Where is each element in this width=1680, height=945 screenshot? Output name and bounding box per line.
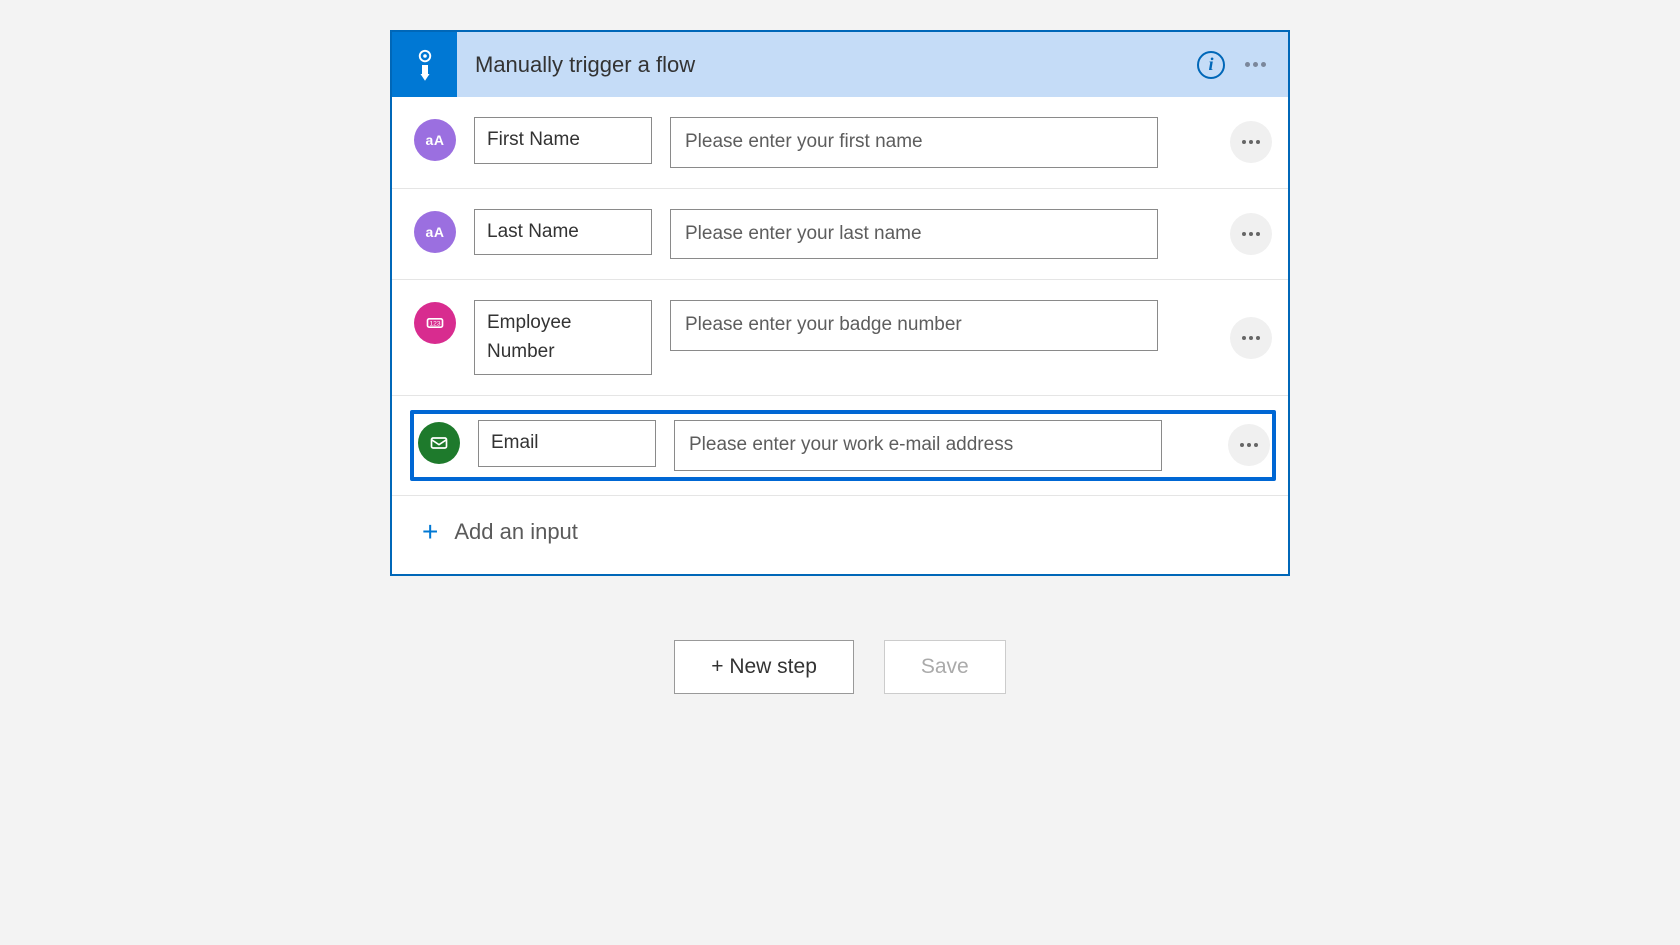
manual-trigger-icon xyxy=(392,32,457,97)
svg-text:123: 123 xyxy=(429,321,440,328)
input-label-field[interactable]: Employee Number xyxy=(474,300,652,375)
add-input-button[interactable]: + Add an input xyxy=(392,496,1288,574)
trigger-title: Manually trigger a flow xyxy=(457,52,1197,78)
input-placeholder-field[interactable]: Please enter your work e-mail address xyxy=(674,420,1162,471)
input-row: 123 Employee Number Please enter your ba… xyxy=(392,280,1288,396)
input-placeholder-field[interactable]: Please enter your badge number xyxy=(670,300,1158,351)
trigger-card: Manually trigger a flow i aA First Name … xyxy=(390,30,1290,576)
input-label-field[interactable]: First Name xyxy=(474,117,652,164)
add-input-label: Add an input xyxy=(454,519,578,545)
number-type-icon: 123 xyxy=(414,302,456,344)
info-icon[interactable]: i xyxy=(1197,51,1225,79)
input-row: aA First Name Please enter your first na… xyxy=(392,97,1288,189)
header-actions: i xyxy=(1197,51,1288,79)
input-placeholder-field[interactable]: Please enter your last name xyxy=(670,209,1158,260)
card-body: aA First Name Please enter your first na… xyxy=(392,97,1288,574)
text-type-icon: aA xyxy=(414,119,456,161)
footer-buttons: + New step Save xyxy=(390,640,1290,694)
new-step-button[interactable]: + New step xyxy=(674,640,854,694)
row-more-icon[interactable] xyxy=(1230,121,1272,163)
row-more-icon[interactable] xyxy=(1230,213,1272,255)
input-placeholder-field[interactable]: Please enter your first name xyxy=(670,117,1158,168)
card-more-icon[interactable] xyxy=(1243,56,1268,73)
email-type-icon xyxy=(418,422,460,464)
input-row: Email Please enter your work e-mail addr… xyxy=(392,396,1288,496)
card-header[interactable]: Manually trigger a flow i xyxy=(392,32,1288,97)
row-more-icon[interactable] xyxy=(1230,317,1272,359)
text-type-icon: aA xyxy=(414,211,456,253)
flow-designer-canvas: Manually trigger a flow i aA First Name … xyxy=(0,0,1680,945)
input-label-field[interactable]: Last Name xyxy=(474,209,652,256)
row-more-icon[interactable] xyxy=(1228,424,1270,466)
input-label-field[interactable]: Email xyxy=(478,420,656,467)
input-row: aA Last Name Please enter your last name xyxy=(392,189,1288,281)
save-button: Save xyxy=(884,640,1006,694)
plus-icon: + xyxy=(422,518,438,546)
